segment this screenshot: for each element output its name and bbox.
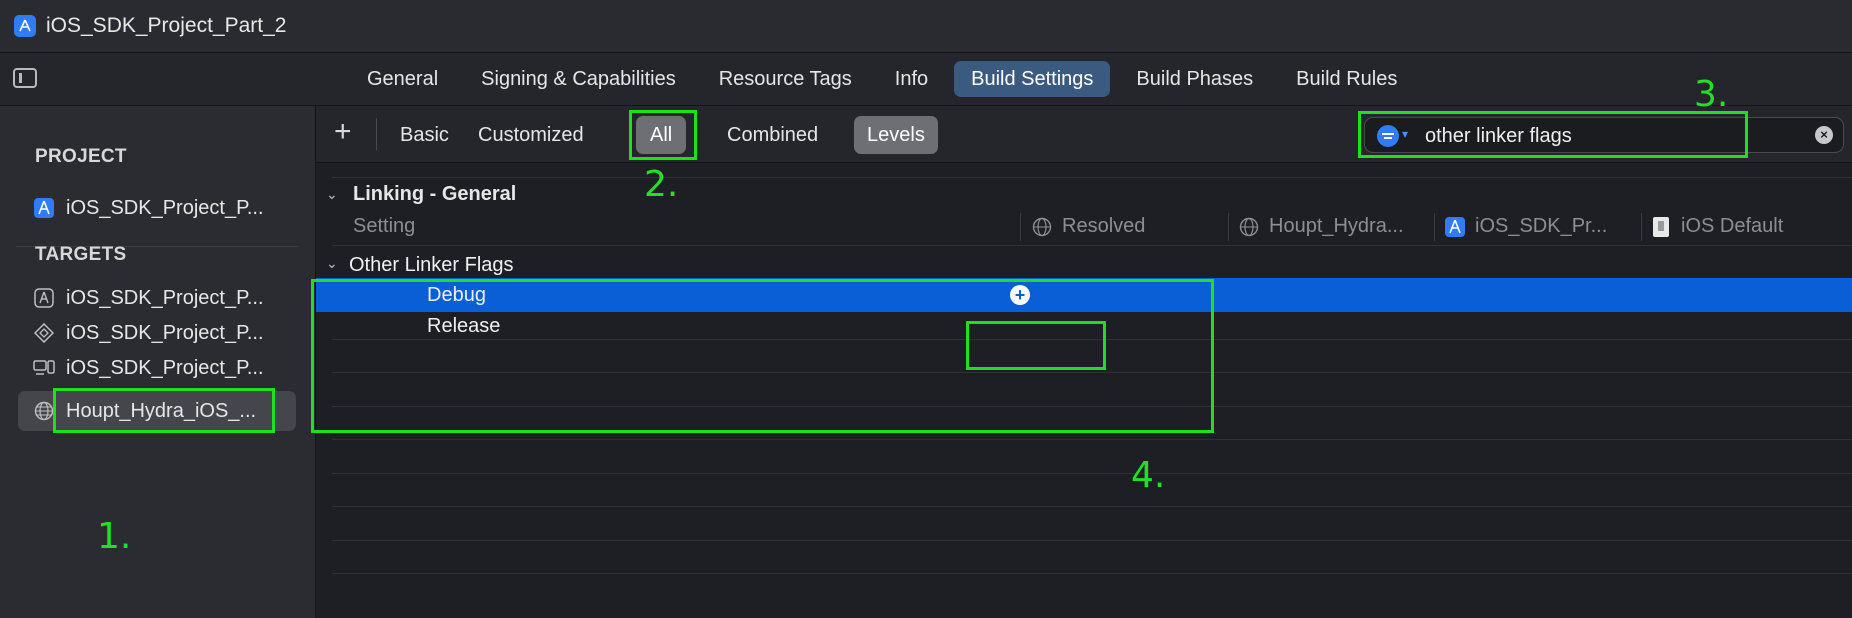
project-navigator: PROJECT iOS_SDK_Project_P... TARGETS iOS… (0, 106, 316, 618)
project-icon (1444, 216, 1466, 238)
project-icon (32, 196, 56, 220)
editor-tab-bar: General Signing & Capabilities Resource … (0, 53, 1852, 106)
column-label: Houpt_Hydra... (1269, 215, 1404, 237)
group-title-linking-general: Linking - General (353, 183, 517, 205)
column-header-project: iOS_SDK_Pr... (1444, 215, 1607, 238)
targets-section-header: TARGETS (35, 244, 126, 266)
document-icon (1650, 216, 1672, 238)
row-divider (332, 540, 1852, 541)
sidebar-item-label: iOS_SDK_Project_P... (66, 356, 264, 379)
row-divider (332, 506, 1852, 507)
annotation-number-3: 3. (1694, 74, 1729, 115)
filter-levels-button[interactable]: Levels (854, 116, 938, 154)
column-divider (1434, 213, 1435, 241)
test-target-icon (32, 321, 56, 345)
xcode-app-icon (14, 15, 36, 37)
filter-combined-button[interactable]: Combined (714, 116, 831, 154)
column-header-target: Houpt_Hydra... (1238, 215, 1404, 238)
tab-info[interactable]: Info (878, 61, 945, 97)
filter-bar-divider (376, 118, 377, 150)
column-label: iOS_SDK_Pr... (1475, 215, 1608, 237)
row-divider (332, 245, 1852, 246)
tab-list: General Signing & Capabilities Resource … (350, 61, 1423, 97)
row-divider (332, 177, 1852, 178)
tab-signing-capabilities[interactable]: Signing & Capabilities (464, 61, 693, 97)
sidebar-toggle-icon[interactable] (13, 68, 37, 88)
tab-build-phases[interactable]: Build Phases (1119, 61, 1270, 97)
filter-basic-button[interactable]: Basic (387, 116, 462, 154)
sidebar-item-target-app[interactable]: iOS_SDK_Project_P... (18, 278, 296, 318)
ui-test-target-icon (32, 356, 56, 380)
row-divider (332, 439, 1852, 440)
clear-search-icon[interactable]: × (1815, 126, 1833, 144)
chevron-down-icon[interactable]: ⌄ (326, 186, 338, 203)
window-title: iOS_SDK_Project_Part_2 (46, 14, 287, 37)
chevron-down-icon[interactable]: ⌄ (326, 255, 338, 272)
annotation-number-2: 2. (644, 164, 679, 205)
annotation-number-4: 4. (1131, 455, 1166, 496)
annotation-box-search (1358, 111, 1748, 158)
column-divider (1228, 213, 1229, 241)
sidebar-item-target-tests[interactable]: iOS_SDK_Project_P... (18, 313, 296, 353)
row-divider (332, 473, 1852, 474)
column-divider (1020, 213, 1021, 241)
annotation-box-all (629, 110, 697, 160)
setting-name-other-linker-flags[interactable]: Other Linker Flags (349, 254, 514, 277)
tab-build-rules[interactable]: Build Rules (1279, 61, 1414, 97)
title-bar: iOS_SDK_Project_Part_2 (0, 0, 1852, 53)
column-header-resolved: Resolved (1031, 215, 1145, 238)
targets-header-text: TARGETS (35, 244, 127, 265)
tab-general[interactable]: General (350, 61, 455, 97)
sidebar-item-label: iOS_SDK_Project_P... (66, 286, 264, 309)
column-divider (1641, 213, 1642, 241)
sidebar-item-project[interactable]: iOS_SDK_Project_P... (18, 188, 296, 228)
add-setting-button[interactable]: + (334, 116, 352, 148)
row-divider (332, 573, 1852, 574)
project-section-header: PROJECT (35, 146, 127, 167)
tab-resource-tags[interactable]: Resource Tags (702, 61, 869, 97)
column-label: iOS Default (1681, 215, 1784, 237)
annotation-box-add-value (966, 321, 1106, 370)
sidebar-item-target-uitests[interactable]: iOS_SDK_Project_P... (18, 348, 296, 388)
sidebar-item-label: iOS_SDK_Project_P... (66, 196, 264, 219)
globe-icon (1031, 216, 1053, 238)
annotation-number-1: 1. (97, 516, 132, 557)
column-header-ios-default: iOS Default (1650, 215, 1783, 238)
column-label: Setting (353, 215, 416, 237)
filter-customized-button[interactable]: Customized (465, 116, 597, 154)
globe-icon (1238, 216, 1260, 238)
annotation-box-target (53, 388, 275, 433)
sidebar-item-label: iOS_SDK_Project_P... (66, 321, 264, 344)
column-label: Resolved (1062, 215, 1146, 237)
app-target-icon (32, 286, 56, 310)
tab-build-settings[interactable]: Build Settings (954, 61, 1111, 97)
column-header-setting: Setting (353, 215, 415, 238)
